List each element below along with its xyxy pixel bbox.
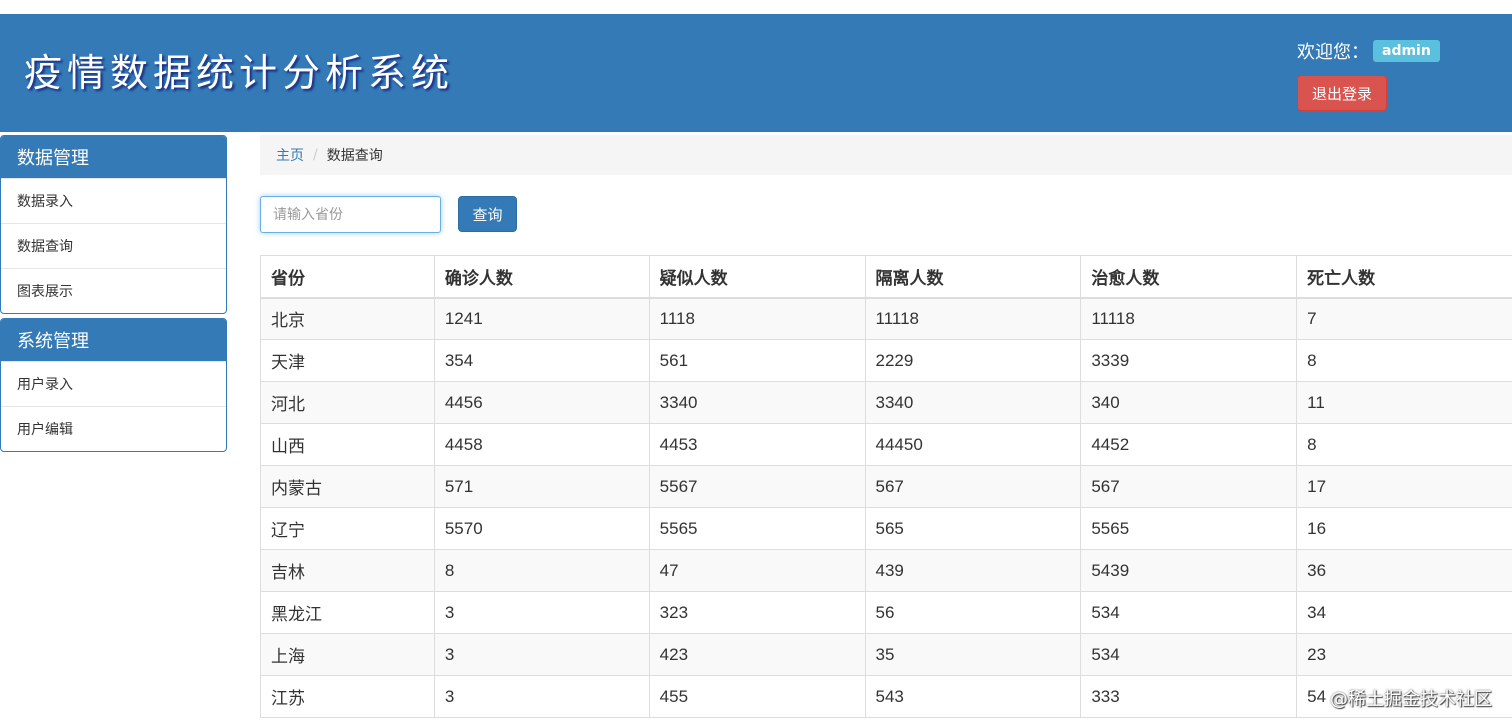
cured-cell: 340 — [1080, 381, 1298, 424]
sidebar-item-chart-display[interactable]: 图表展示 — [1, 268, 226, 313]
username-badge: admin — [1373, 40, 1440, 62]
column-header-deaths: 死亡人数 — [1296, 255, 1512, 299]
deaths-cell: 8 — [1296, 339, 1512, 382]
cured-cell: 534 — [1080, 633, 1298, 676]
cured-cell: 534 — [1080, 591, 1298, 634]
confirmed-cell: 3 — [433, 675, 650, 718]
confirmed-cell: 3 — [433, 591, 650, 634]
province-cell: 上海 — [260, 633, 435, 676]
breadcrumb-home-link[interactable]: 主页 — [276, 145, 304, 165]
confirmed-cell: 1241 — [433, 297, 650, 340]
table-header-row: 省份 确诊人数 疑似人数 隔离人数 治愈人数 死亡人数 — [260, 255, 1512, 299]
suspected-cell: 561 — [648, 339, 866, 382]
logout-button[interactable]: 退出登录 — [1297, 75, 1387, 111]
sidebar-item-user-edit[interactable]: 用户编辑 — [1, 406, 226, 451]
suspected-cell: 5565 — [648, 507, 866, 550]
quarantined-cell: 35 — [864, 633, 1082, 676]
confirmed-cell: 354 — [433, 339, 650, 382]
table-row: 河北 4456 3340 3340 340 11 — [260, 381, 1512, 424]
deaths-cell: 34 — [1296, 591, 1512, 634]
deaths-cell: 17 — [1296, 465, 1512, 508]
top-header: 疫情数据统计分析系统 欢迎您： admin 退出登录 — [0, 14, 1512, 132]
quarantined-cell: 567 — [864, 465, 1082, 508]
suspected-cell: 4453 — [648, 423, 866, 466]
province-cell: 吉林 — [260, 549, 435, 592]
deaths-cell: 23 — [1296, 633, 1512, 676]
cured-cell: 3339 — [1080, 339, 1298, 382]
confirmed-cell: 571 — [433, 465, 650, 508]
table-row: 北京 1241 1118 11118 11118 7 — [260, 297, 1512, 340]
system-management-panel: 系统管理 用户录入 用户编辑 — [0, 318, 227, 452]
quarantined-cell: 56 — [864, 591, 1082, 634]
query-button[interactable]: 查询 — [458, 196, 517, 232]
province-cell: 江苏 — [260, 675, 435, 718]
cured-cell: 333 — [1080, 675, 1298, 718]
quarantined-cell: 11118 — [864, 297, 1082, 340]
province-cell: 内蒙古 — [260, 465, 435, 508]
suspected-cell: 1118 — [648, 297, 866, 340]
confirmed-cell: 3 — [433, 633, 650, 676]
deaths-cell: 16 — [1296, 507, 1512, 550]
column-header-province: 省份 — [260, 255, 435, 299]
welcome-label: 欢迎您： — [1297, 42, 1369, 63]
province-cell: 山西 — [260, 423, 435, 466]
cured-cell: 5439 — [1080, 549, 1298, 592]
table-row: 内蒙古 571 5567 567 567 17 — [260, 465, 1512, 508]
column-header-cured: 治愈人数 — [1080, 255, 1298, 299]
province-cell: 北京 — [260, 297, 435, 340]
province-cell: 黑龙江 — [260, 591, 435, 634]
suspected-cell: 5567 — [648, 465, 866, 508]
quarantined-cell: 543 — [864, 675, 1082, 718]
table-row: 吉林 8 47 439 5439 36 — [260, 549, 1512, 592]
confirmed-cell: 4458 — [433, 423, 650, 466]
suspected-cell: 455 — [648, 675, 866, 718]
table-row: 江苏 3 455 543 333 54 — [260, 675, 1512, 718]
app-title: 疫情数据统计分析系统 — [24, 51, 455, 95]
sidebar-item-data-entry[interactable]: 数据录入 — [1, 178, 226, 223]
column-header-confirmed: 确诊人数 — [433, 255, 650, 299]
table-row: 山西 4458 4453 44450 4452 8 — [260, 423, 1512, 466]
deaths-cell: 7 — [1296, 297, 1512, 340]
quarantined-cell: 565 — [864, 507, 1082, 550]
breadcrumb-current: 数据查询 — [326, 148, 383, 164]
confirmed-cell: 8 — [433, 549, 650, 592]
welcome-area: 欢迎您： admin — [1297, 38, 1440, 64]
quarantined-cell: 44450 — [864, 423, 1082, 466]
system-management-title[interactable]: 系统管理 — [1, 319, 226, 361]
data-management-title[interactable]: 数据管理 — [1, 136, 226, 178]
deaths-cell: 36 — [1296, 549, 1512, 592]
column-header-quarantined: 隔离人数 — [864, 255, 1082, 299]
province-cell: 天津 — [260, 339, 435, 382]
cured-cell: 11118 — [1080, 297, 1298, 340]
deaths-cell: 8 — [1296, 423, 1512, 466]
data-management-panel: 数据管理 数据录入 数据查询 图表展示 — [0, 135, 227, 314]
epidemic-data-table: 省份 确诊人数 疑似人数 隔离人数 治愈人数 死亡人数 北京 1241 1118 11… — [260, 255, 1512, 718]
cured-cell: 567 — [1080, 465, 1298, 508]
breadcrumb: 主页 / 数据查询 — [260, 135, 1512, 175]
table-row: 天津 354 561 2229 3339 8 — [260, 339, 1512, 382]
suspected-cell: 3340 — [648, 381, 866, 424]
province-search-input[interactable] — [260, 196, 441, 233]
province-cell: 辽宁 — [260, 507, 435, 550]
quarantined-cell: 3340 — [864, 381, 1082, 424]
column-header-suspected: 疑似人数 — [648, 255, 866, 299]
quarantined-cell: 2229 — [864, 339, 1082, 382]
suspected-cell: 423 — [648, 633, 866, 676]
province-cell: 河北 — [260, 381, 435, 424]
sidebar-item-data-query[interactable]: 数据查询 — [1, 223, 226, 268]
deaths-cell: 11 — [1296, 381, 1512, 424]
suspected-cell: 323 — [648, 591, 866, 634]
confirmed-cell: 5570 — [433, 507, 650, 550]
cured-cell: 4452 — [1080, 423, 1298, 466]
breadcrumb-separator: / — [313, 147, 318, 163]
suspected-cell: 47 — [648, 549, 866, 592]
table-row: 黑龙江 3 323 56 534 34 — [260, 591, 1512, 634]
table-row: 上海 3 423 35 534 23 — [260, 633, 1512, 676]
watermark: @稀土掘金技术社区 — [1330, 689, 1492, 710]
confirmed-cell: 4456 — [433, 381, 650, 424]
table-row: 辽宁 5570 5565 565 5565 16 — [260, 507, 1512, 550]
cured-cell: 5565 — [1080, 507, 1298, 550]
quarantined-cell: 439 — [864, 549, 1082, 592]
sidebar-item-user-entry[interactable]: 用户录入 — [1, 361, 226, 406]
